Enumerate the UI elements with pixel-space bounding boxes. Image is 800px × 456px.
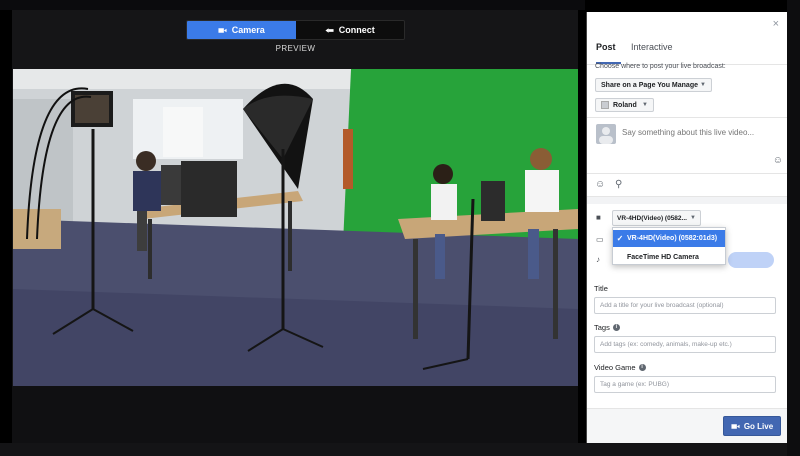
- video-game-label: Video Game i: [594, 363, 646, 372]
- tags-label-text: Tags: [594, 323, 610, 332]
- video-camera-icon: [218, 27, 227, 33]
- caret-down-icon: ▼: [642, 102, 648, 108]
- audio-level-pill: [728, 252, 774, 268]
- bottom-strip: [0, 443, 800, 456]
- video-game-label-text: Video Game: [594, 363, 636, 372]
- go-live-button[interactable]: Go Live: [723, 416, 781, 436]
- page-name: Roland: [613, 101, 637, 109]
- menu-item-label: FaceTime HD Camera: [627, 254, 699, 261]
- info-icon[interactable]: i: [638, 364, 646, 371]
- title-input[interactable]: [594, 297, 776, 314]
- menu-item-facetime[interactable]: FaceTime HD Camera: [613, 249, 725, 266]
- menu-item-label: VR-4HD(Video) (0582:01d3): [627, 235, 718, 242]
- post-target-dropdown[interactable]: Share on a Page You Manage ▼: [595, 78, 712, 92]
- video-source-dropdown[interactable]: VR-4HD(Video) (0582... ▼: [612, 210, 701, 226]
- microphone-icon: ♪: [596, 255, 600, 264]
- tags-input[interactable]: [594, 336, 776, 353]
- page-avatar: [601, 101, 609, 109]
- close-icon[interactable]: ×: [773, 18, 779, 30]
- avatar-silhouette-icon: [599, 127, 613, 144]
- smile-icon[interactable]: ☺: [773, 155, 783, 166]
- location-pin-icon[interactable]: ⚲: [615, 179, 622, 190]
- camera-tab-label: Camera: [231, 25, 265, 35]
- video-preview: [13, 69, 578, 386]
- compose-toolbar: ☺ ⚲: [587, 173, 787, 197]
- menu-item-vr4hd[interactable]: ✓ VR-4HD(Video) (0582:01d3): [613, 230, 725, 247]
- panel-tabs: Post Interactive: [587, 36, 787, 65]
- preview-label: PREVIEW: [275, 44, 316, 53]
- video-camera-icon: [731, 423, 740, 429]
- video-source-menu: ✓ VR-4HD(Video) (0582:01d3) FaceTime HD …: [612, 227, 726, 265]
- video-source-value: VR-4HD(Video) (0582...: [617, 214, 687, 222]
- compose-input[interactable]: [622, 128, 772, 137]
- video-game-input[interactable]: [594, 376, 776, 393]
- divider: [587, 117, 787, 118]
- right-edge: [787, 0, 800, 456]
- section-gap: [587, 197, 787, 204]
- post-target-value: Share on a Page You Manage: [601, 81, 698, 89]
- connect-icon: [325, 27, 334, 33]
- source-toggle: Camera Connect: [186, 20, 405, 40]
- camera-tab[interactable]: Camera: [187, 21, 296, 39]
- top-strip: [0, 0, 585, 10]
- choose-where-label: Choose where to post your live broadcast…: [595, 63, 726, 70]
- live-broadcast-panel: × Post Interactive Choose where to post …: [586, 12, 787, 443]
- classroom-studio-image: [13, 69, 578, 386]
- go-live-label: Go Live: [743, 421, 774, 431]
- connect-tab-label: Connect: [338, 25, 375, 35]
- tab-post[interactable]: Post: [596, 38, 621, 64]
- monitor-icon: ▭: [596, 235, 604, 244]
- tab-interactive[interactable]: Interactive: [631, 38, 673, 64]
- caret-down-icon: ▼: [690, 215, 696, 221]
- title-label-text: Title: [594, 284, 608, 293]
- emoji-icon[interactable]: ☺: [595, 179, 605, 190]
- checkmark-icon: ✓: [616, 234, 624, 243]
- video-camera-icon: ■: [596, 213, 601, 222]
- title-label: Title: [594, 284, 608, 293]
- caret-down-icon: ▼: [700, 82, 706, 88]
- avatar: [596, 124, 616, 144]
- info-icon[interactable]: i: [612, 324, 620, 331]
- tags-label: Tags i: [594, 323, 620, 332]
- connect-tab[interactable]: Connect: [295, 21, 404, 39]
- page-selector-dropdown[interactable]: Roland ▼: [595, 98, 654, 112]
- below-preview-area: [12, 386, 578, 443]
